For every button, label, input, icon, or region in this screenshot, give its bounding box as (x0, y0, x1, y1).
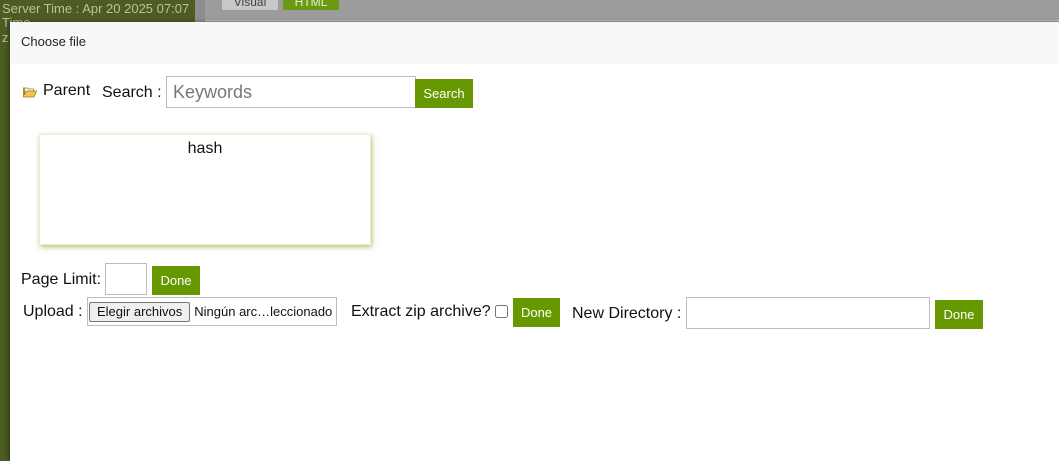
background-divider (205, 20, 1059, 21)
new-directory-done-button[interactable]: Done (935, 300, 983, 329)
page-limit-done-button[interactable]: Done (152, 266, 200, 295)
background-text: z (2, 30, 9, 45)
upload-label: Upload : (23, 303, 83, 320)
tab-visual: Visual (222, 0, 278, 10)
choose-files-button[interactable]: Elegir archivos (89, 301, 191, 322)
upload-done-button[interactable]: Done (513, 298, 560, 327)
server-time: Server Time : Apr 20 2025 07:07 (2, 1, 190, 16)
parent-folder-link[interactable]: Parent (23, 80, 90, 102)
tab-html: HTML (283, 0, 339, 10)
new-directory-label: New Directory : (572, 305, 682, 322)
page-limit-input[interactable] (105, 263, 147, 295)
page-limit-label: Page Limit: (21, 271, 102, 288)
parent-label: Parent (43, 82, 91, 99)
search-label: Search : (102, 84, 162, 101)
extract-zip-label: Extract zip archive? (351, 303, 491, 320)
extract-zip-checkbox[interactable] (495, 305, 508, 318)
choose-file-modal: Choose file Parent Search : Search hash … (10, 22, 1059, 461)
upload-file-picker[interactable]: Elegir archivos Ningún arc…leccionado (87, 297, 337, 326)
file-toolbar: Parent Search : Search (10, 76, 1059, 112)
search-button[interactable]: Search (415, 79, 473, 108)
folder-open-icon (23, 85, 38, 98)
search-input[interactable] (166, 76, 416, 108)
file-picker-status: Ningún arc…leccionado (194, 304, 333, 319)
file-item-name: hash (187, 140, 223, 157)
modal-header: Choose file (10, 22, 1059, 64)
file-item-hash[interactable]: hash (39, 134, 371, 245)
new-directory-input[interactable] (686, 297, 930, 329)
modal-title: Choose file (21, 34, 87, 49)
